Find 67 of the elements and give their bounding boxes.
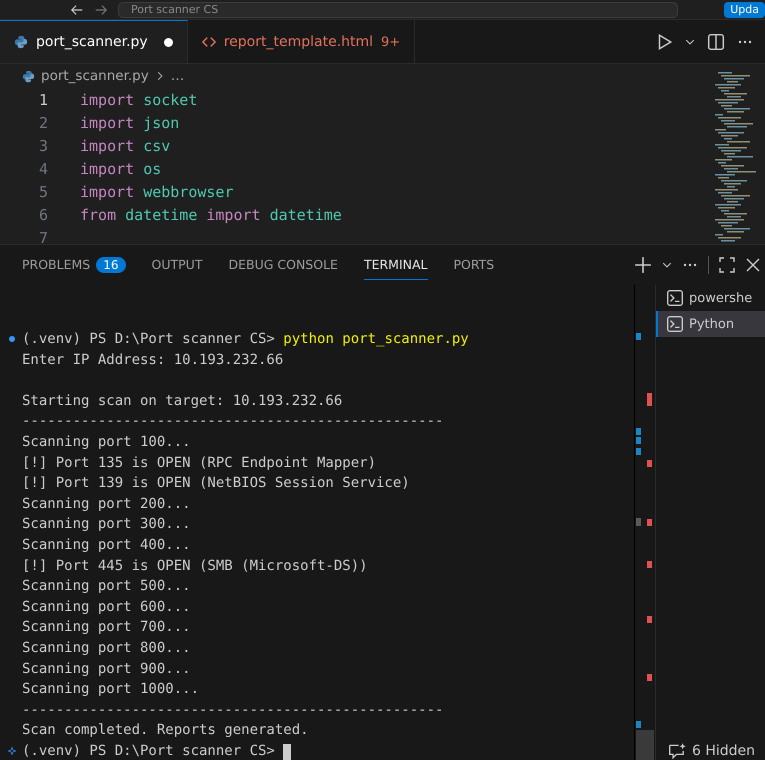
terminal-output-line: Scanning port 500... xyxy=(22,577,191,596)
code-line: import webbrowser xyxy=(80,182,234,200)
code-line: import os xyxy=(80,160,162,178)
forward-arrow-icon[interactable] xyxy=(94,2,108,16)
terminal-output-line: -------------------------------------------------- xyxy=(22,412,444,432)
breadcrumb-item[interactable]: … xyxy=(170,68,184,84)
terminal-output-line: Scanning port 100... xyxy=(22,432,191,452)
terminal-output-line: [!] Port 139 is OPEN (NetBIOS Session Service) xyxy=(22,474,410,494)
line-number: 7 xyxy=(38,228,49,244)
line-number: 4 xyxy=(38,160,49,178)
line-number: 3 xyxy=(38,136,49,154)
terminal-output-line: Scanning port 600... xyxy=(22,598,191,617)
terminal-output-line: Scanning port 400... xyxy=(22,536,191,555)
terminal-output-line: Scanning port 300... xyxy=(22,515,191,534)
terminal-list-item[interactable]: powershe xyxy=(656,285,765,311)
terminal-output-line: Scanning port 1000... xyxy=(22,680,200,700)
panel-tab[interactable]: PORTS xyxy=(454,250,494,280)
panel-tab[interactable]: TERMINAL xyxy=(364,250,428,280)
editor-tab[interactable]: report_template.html 9+ xyxy=(188,20,416,63)
code-line: import socket xyxy=(80,90,198,108)
panel-tab[interactable]: OUTPUT xyxy=(152,250,202,280)
update-button[interactable]: Upda xyxy=(724,2,765,18)
plus-icon[interactable] xyxy=(634,256,652,274)
terminal-prompt: (.venv) PS D:\Port scanner CS> xyxy=(22,330,276,349)
search-field[interactable]: Port scanner CS xyxy=(118,2,678,18)
problem-count: 9+ xyxy=(381,34,400,50)
problem-count-badge: 16 xyxy=(96,256,126,272)
code-line: import json xyxy=(80,114,180,132)
terminal-list-item[interactable]: Python xyxy=(656,311,765,337)
terminal-output-line: -------------------------------------------------- xyxy=(22,700,444,720)
terminal-output-line: Scanning port 700... xyxy=(22,618,191,638)
terminal-output-line: Starting scan on target: 10.193.232.66 xyxy=(22,392,342,411)
terminal-prompt: (.venv) PS D:\Port scanner CS> xyxy=(22,742,276,760)
terminal-output-line: Enter IP Address: 10.193.232.66 xyxy=(22,350,284,370)
terminal-output-line: [!] Port 445 is OPEN (SMB (Microsoft-DS)) xyxy=(22,556,368,576)
maximize-icon[interactable] xyxy=(719,257,735,273)
line-number: 2 xyxy=(38,114,49,132)
back-arrow-icon[interactable] xyxy=(70,2,84,16)
breadcrumb-item[interactable]: port_scanner.py xyxy=(41,68,149,84)
chat-sparkle-icon xyxy=(668,742,686,760)
command-status-dot-icon xyxy=(8,335,16,343)
line-number: 5 xyxy=(38,182,49,200)
panel-tab[interactable]: PROBLEMS 16 xyxy=(22,250,126,280)
terminal-icon xyxy=(666,315,684,333)
chevron-down-icon[interactable] xyxy=(662,260,672,270)
line-number: 6 xyxy=(38,206,49,224)
terminal-command: python port_scanner.py xyxy=(283,330,469,349)
terminal-output-line: [!] Port 135 is OPEN (RPC Endpoint Mapper) xyxy=(22,454,376,473)
code-line: from datetime import datetime xyxy=(80,206,342,224)
python-file-icon xyxy=(22,70,35,82)
hidden-terminals-label[interactable]: 6 Hidden xyxy=(692,743,756,759)
terminal-output-line: Scanning port 200... xyxy=(22,494,191,514)
terminal-output-line: Scanning port 800... xyxy=(22,638,191,658)
sparkle-icon xyxy=(8,747,16,755)
close-icon[interactable] xyxy=(745,257,761,273)
editor-tab[interactable]: port_scanner.py xyxy=(0,20,188,63)
code-line: import csv xyxy=(80,136,170,154)
panel-tab[interactable]: DEBUG CONSOLE xyxy=(228,250,338,280)
split-editor-icon[interactable] xyxy=(707,32,725,50)
tab-label: report_template.html xyxy=(224,34,374,50)
terminal-icon xyxy=(666,289,684,307)
code-brackets-icon xyxy=(202,35,216,49)
python-file-icon xyxy=(14,35,28,49)
tab-label: port_scanner.py xyxy=(36,34,148,50)
terminal-output-line: Scanning port 900... xyxy=(22,660,191,678)
terminal-output-line: Scan completed. Reports generated. xyxy=(22,721,309,740)
line-number: 1 xyxy=(38,90,49,108)
